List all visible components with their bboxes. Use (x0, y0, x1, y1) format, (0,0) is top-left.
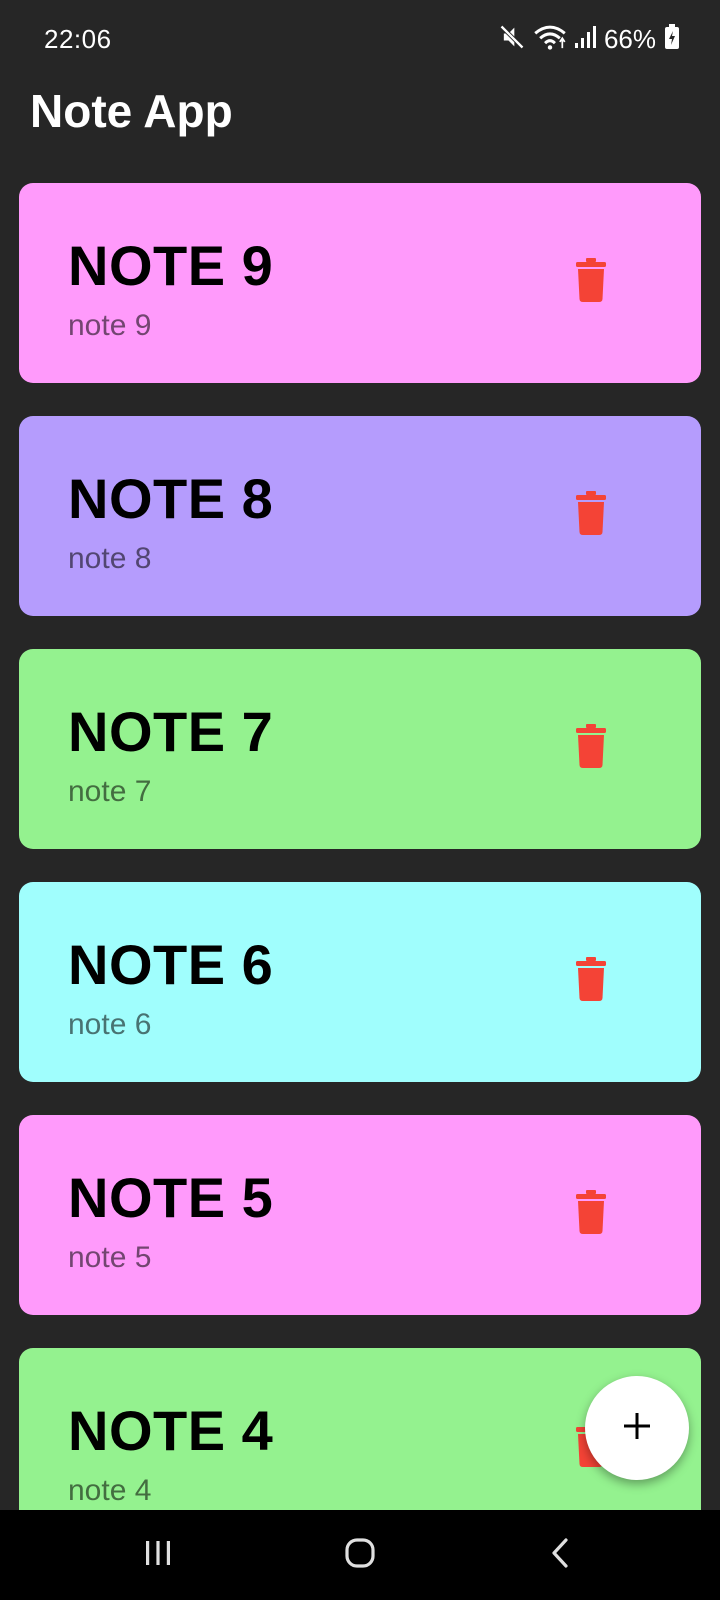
plus-icon (621, 1410, 653, 1447)
note-body: note 5 (68, 1241, 152, 1274)
delete-note-button[interactable] (567, 1189, 615, 1239)
mute-icon (498, 23, 526, 56)
note-card[interactable]: NOTE 5 note 5 (19, 1115, 701, 1315)
trash-icon (575, 257, 607, 307)
recents-icon (143, 1538, 173, 1573)
status-icons: 66% (498, 22, 680, 56)
delete-note-button[interactable] (567, 257, 615, 307)
screen: 22:06 66% Note App NOTE 9 note 9 NOTE 8 … (0, 0, 720, 1600)
back-button[interactable] (530, 1530, 590, 1580)
note-card[interactable]: NOTE 6 note 6 (19, 882, 701, 1082)
note-title: NOTE 8 (68, 467, 274, 530)
home-button[interactable] (330, 1530, 390, 1580)
notes-list[interactable]: NOTE 9 note 9 NOTE 8 note 8 NOTE 7 note 7 NOTE… (19, 183, 701, 1510)
trash-icon (575, 723, 607, 773)
battery-percentage: 66% (603, 23, 656, 54)
trash-icon (575, 956, 607, 1006)
delete-note-button[interactable] (567, 723, 615, 773)
status-time: 22:06 (44, 24, 112, 54)
note-title: NOTE 4 (68, 1399, 274, 1462)
note-body: note 7 (68, 775, 152, 808)
note-card[interactable]: NOTE 7 note 7 (19, 649, 701, 849)
signal-icon (574, 25, 596, 54)
home-icon (344, 1537, 376, 1574)
add-note-button[interactable] (585, 1376, 689, 1480)
note-title: NOTE 6 (68, 933, 274, 996)
delete-note-button[interactable] (567, 490, 615, 540)
trash-icon (575, 490, 607, 540)
note-body: note 9 (68, 309, 152, 342)
status-bar: 22:06 66% (0, 0, 720, 80)
note-body: note 6 (68, 1008, 152, 1041)
delete-note-button[interactable] (567, 956, 615, 1006)
note-title: NOTE 9 (68, 234, 274, 297)
note-title: NOTE 7 (68, 700, 274, 763)
note-card[interactable]: NOTE 8 note 8 (19, 416, 701, 616)
trash-icon (575, 1189, 607, 1239)
note-body: note 8 (68, 542, 152, 575)
navigation-bar (0, 1510, 720, 1600)
wifi-icon (534, 23, 566, 56)
app-title: Note App (30, 85, 233, 137)
note-title: NOTE 5 (68, 1166, 274, 1229)
back-icon (548, 1537, 572, 1574)
note-card[interactable]: NOTE 9 note 9 (19, 183, 701, 383)
battery-icon (664, 23, 680, 55)
note-body: note 4 (68, 1474, 152, 1507)
recents-button[interactable] (128, 1530, 188, 1580)
